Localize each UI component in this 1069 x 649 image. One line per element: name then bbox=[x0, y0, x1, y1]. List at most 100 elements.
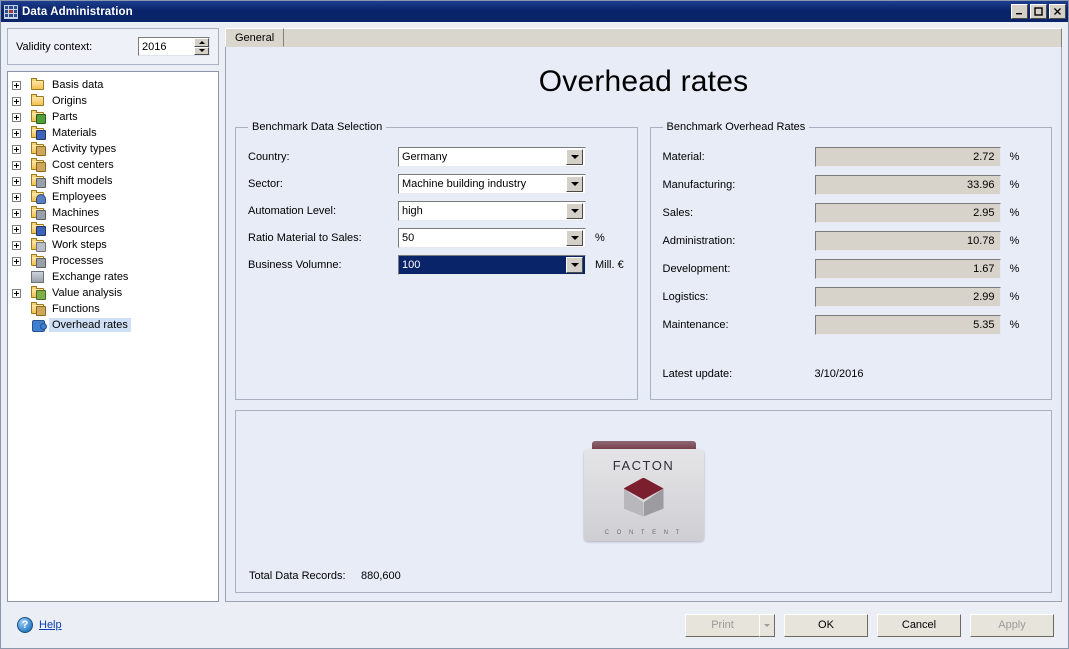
rate-row: Administration:10.78% bbox=[663, 227, 1040, 255]
tree-item-label: Activity types bbox=[49, 142, 119, 156]
combobox-automation-level[interactable]: high bbox=[398, 201, 586, 221]
logo-subtitle: C O N T E N T bbox=[605, 530, 683, 536]
rate-value-field: 2.72 bbox=[815, 147, 1001, 167]
tree-item-processes[interactable]: Processes bbox=[10, 253, 216, 269]
tree-item-label: Cost centers bbox=[49, 158, 117, 172]
expand-icon[interactable] bbox=[12, 225, 21, 234]
folder-icon bbox=[30, 94, 46, 108]
expand-icon[interactable] bbox=[12, 161, 21, 170]
percent-unit: % bbox=[1010, 179, 1020, 191]
expand-icon[interactable] bbox=[12, 193, 21, 202]
total-data-records-label: Total Data Records: bbox=[249, 570, 361, 582]
data-administration-window: Data Administration Validity context: bbox=[0, 0, 1069, 649]
footer-buttons: Print OK Cancel Apply bbox=[685, 614, 1054, 637]
page-title: Overhead rates bbox=[235, 53, 1052, 121]
exchange-rates-icon bbox=[30, 270, 46, 284]
total-data-records-value: 880,600 bbox=[361, 570, 401, 582]
combobox-dropdown-button[interactable] bbox=[566, 230, 583, 246]
rate-label: Administration: bbox=[663, 235, 815, 247]
cancel-button[interactable]: Cancel bbox=[877, 614, 961, 637]
expand-icon[interactable] bbox=[12, 289, 21, 298]
tree-item-parts[interactable]: Parts bbox=[10, 109, 216, 125]
combobox-value: 100 bbox=[399, 259, 566, 271]
tree-item-label: Functions bbox=[49, 302, 103, 316]
percent-unit: % bbox=[1010, 207, 1020, 219]
expand-icon[interactable] bbox=[12, 209, 21, 218]
chevron-down-icon bbox=[571, 236, 579, 240]
combobox-country[interactable]: Germany bbox=[398, 147, 586, 167]
validity-context-stepper[interactable] bbox=[138, 37, 210, 56]
tree-item-work-steps[interactable]: Work steps bbox=[10, 237, 216, 253]
cube-icon bbox=[619, 478, 669, 524]
tree-item-label: Resources bbox=[49, 222, 108, 236]
tree-item-employees[interactable]: Employees bbox=[10, 189, 216, 205]
tree-item-functions[interactable]: Functions bbox=[10, 301, 216, 317]
combobox-dropdown-button[interactable] bbox=[566, 257, 583, 273]
ok-button[interactable]: OK bbox=[784, 614, 868, 637]
chevron-down-icon bbox=[571, 155, 579, 159]
percent-unit: % bbox=[1010, 319, 1020, 331]
folder-processes-icon bbox=[30, 254, 46, 268]
benchmark-data-selection-group: Benchmark Data Selection Country:Germany… bbox=[235, 121, 638, 400]
expand-icon[interactable] bbox=[12, 97, 21, 106]
navigation-tree[interactable]: Basis dataOriginsPartsMaterialsActivity … bbox=[7, 71, 219, 602]
expand-icon[interactable] bbox=[12, 113, 21, 122]
tab-panel-general: Overhead rates Benchmark Data Selection … bbox=[225, 47, 1062, 602]
help-link-group[interactable]: ? Help bbox=[17, 617, 62, 633]
tree-item-value-analysis[interactable]: Value analysis bbox=[10, 285, 216, 301]
expand-icon[interactable] bbox=[12, 81, 21, 90]
expand-icon[interactable] bbox=[12, 129, 21, 138]
stepper-up-button[interactable] bbox=[194, 38, 209, 47]
validity-context-input[interactable] bbox=[139, 38, 194, 55]
print-button[interactable]: Print bbox=[685, 614, 759, 637]
rate-label: Material: bbox=[663, 151, 815, 163]
stepper-down-button[interactable] bbox=[194, 47, 209, 56]
expand-icon[interactable] bbox=[12, 241, 21, 250]
print-dropdown-button[interactable] bbox=[759, 614, 775, 637]
rate-value-field: 2.95 bbox=[815, 203, 1001, 223]
percent-unit: % bbox=[1010, 263, 1020, 275]
tree-item-overhead-rates[interactable]: Overhead rates bbox=[10, 317, 216, 333]
tree-indent bbox=[12, 321, 21, 330]
tree-item-exchange-rates[interactable]: Exchange rates bbox=[10, 269, 216, 285]
tree-item-machines[interactable]: Machines bbox=[10, 205, 216, 221]
rate-row: Manufacturing:33.96% bbox=[663, 171, 1040, 199]
combobox-ratio-material-to-sales[interactable]: 50 bbox=[398, 228, 586, 248]
field-row: Business Volumne:100Mill. € bbox=[248, 251, 625, 278]
tree-item-cost-centers[interactable]: Cost centers bbox=[10, 157, 216, 173]
field-label: Business Volumne: bbox=[248, 259, 398, 271]
tree-item-activity-types[interactable]: Activity types bbox=[10, 141, 216, 157]
chevron-down-icon bbox=[571, 209, 579, 213]
folder-resources-icon bbox=[30, 222, 46, 236]
tree-item-origins[interactable]: Origins bbox=[10, 93, 216, 109]
combobox-dropdown-button[interactable] bbox=[566, 203, 583, 219]
tree-item-resources[interactable]: Resources bbox=[10, 221, 216, 237]
expand-icon[interactable] bbox=[12, 177, 21, 186]
close-icon[interactable] bbox=[1049, 4, 1066, 19]
combobox-sector[interactable]: Machine building industry bbox=[398, 174, 586, 194]
tree-item-materials[interactable]: Materials bbox=[10, 125, 216, 141]
expand-icon[interactable] bbox=[12, 145, 21, 154]
tree-item-basis-data[interactable]: Basis data bbox=[10, 77, 216, 93]
print-split-button[interactable]: Print bbox=[685, 614, 775, 637]
maximize-icon[interactable] bbox=[1030, 4, 1047, 19]
rate-row: Sales:2.95% bbox=[663, 199, 1040, 227]
expand-icon[interactable] bbox=[12, 257, 21, 266]
tab-general[interactable]: General bbox=[225, 28, 284, 47]
apply-button[interactable]: Apply bbox=[970, 614, 1054, 637]
help-link[interactable]: Help bbox=[39, 619, 62, 631]
rate-value-field: 10.78 bbox=[815, 231, 1001, 251]
caret-down-icon bbox=[199, 49, 205, 52]
selection-fields: Country:GermanySector:Machine building i… bbox=[248, 143, 625, 278]
latest-update-label: Latest update: bbox=[663, 368, 815, 380]
tree-item-shift-models[interactable]: Shift models bbox=[10, 173, 216, 189]
combobox-business-volumne[interactable]: 100 bbox=[398, 255, 586, 275]
rate-value-field: 33.96 bbox=[815, 175, 1001, 195]
window-controls bbox=[1011, 4, 1066, 19]
combobox-dropdown-button[interactable] bbox=[566, 176, 583, 192]
benchmark-data-selection-legend: Benchmark Data Selection bbox=[248, 121, 386, 133]
field-row: Ratio Material to Sales:50% bbox=[248, 224, 625, 251]
tree-item-label: Employees bbox=[49, 190, 109, 204]
minimize-icon[interactable] bbox=[1011, 4, 1028, 19]
combobox-dropdown-button[interactable] bbox=[566, 149, 583, 165]
